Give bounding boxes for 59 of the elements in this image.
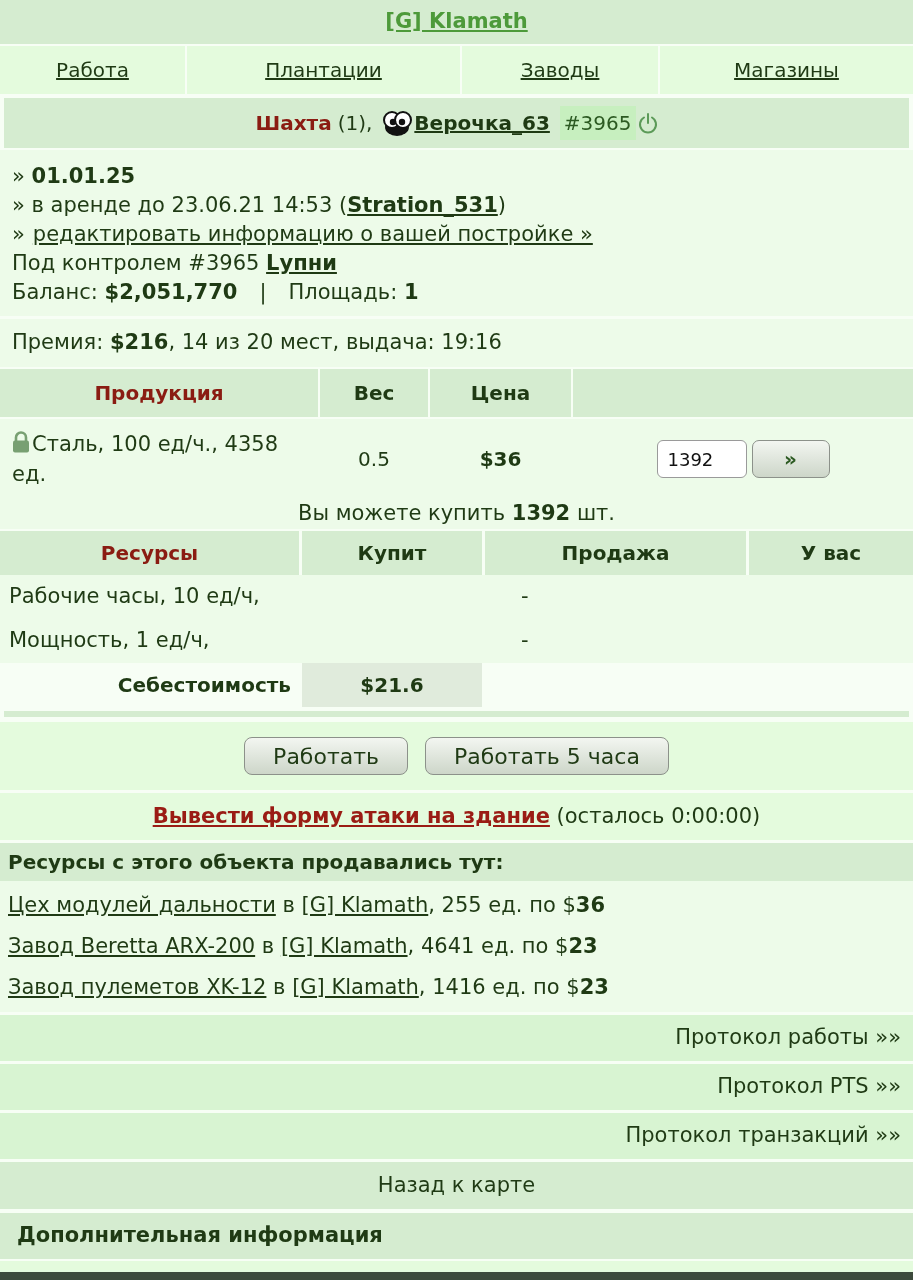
protocol-link[interactable]: Протокол работы »» xyxy=(0,1015,913,1061)
column-header: Продажа xyxy=(485,531,746,575)
work-button[interactable]: Работать xyxy=(244,737,408,775)
renter-link[interactable]: Stration_531 xyxy=(347,193,498,217)
column-header: У вас xyxy=(749,531,913,575)
nav-link[interactable]: Магазины xyxy=(660,46,913,94)
product-price: $36 xyxy=(478,446,523,473)
separator-text: | xyxy=(259,279,267,307)
building-count: (1), xyxy=(337,110,373,137)
resource-sell: - xyxy=(520,583,530,611)
rent-line: » в аренде до 23.06.21 14:53 (Stration_531) xyxy=(12,192,507,219)
sale-entry: Завод Beretta ARX-200 в [G] Klamath, 4641 ед. по $23 xyxy=(8,932,598,960)
nav-link[interactable]: Работа xyxy=(0,46,185,94)
control-line: Под контролем #3965 Lупни xyxy=(12,250,338,277)
area-text: Площадь: 1 xyxy=(288,279,419,306)
column-header: Продукция xyxy=(0,369,318,417)
power-icon[interactable] xyxy=(637,112,658,134)
edit-prefix: » xyxy=(12,221,25,248)
product-name: Сталь, 100 ед/ч., 4358 ед. xyxy=(12,432,279,486)
city-link[interactable]: [G] Klamath xyxy=(280,933,408,958)
edit-info-link[interactable]: редактировать информацию о вашей постройке » xyxy=(32,220,593,249)
building-link[interactable]: Завод пулеметов XK-12 xyxy=(8,974,267,999)
column-header: Ресурсы xyxy=(0,531,299,575)
resource-name: Мощность, 1 ед/ч, xyxy=(8,627,211,655)
date-line: » 01.01.25 xyxy=(12,163,137,190)
quantity-input[interactable]: 1392 xyxy=(656,440,747,478)
nav-link[interactable]: Заводы xyxy=(462,46,658,94)
column-header: Цена xyxy=(430,369,571,417)
cost-value: $21.6 xyxy=(302,663,482,707)
building-type: Шахта xyxy=(255,110,332,137)
protocol-link[interactable]: Протокол транзакций »» xyxy=(0,1113,913,1159)
nav-link[interactable]: Плантации xyxy=(187,46,460,94)
section-heading: Дополнительная информация xyxy=(0,1213,913,1259)
resource-name: Рабочие часы, 10 ед/ч, xyxy=(8,583,261,611)
product-weight: 0.5 xyxy=(357,446,391,473)
balance-text: Баланс: $2,051,770 xyxy=(12,279,238,306)
cost-label: Себестоимость xyxy=(116,672,292,699)
building-link[interactable]: Завод Beretta ARX-200 xyxy=(8,933,256,958)
sale-entry: Цех модулей дальности в [G] Klamath, 255 ед. по $36 xyxy=(8,891,605,919)
owner-link[interactable]: Верочка_63 xyxy=(414,108,550,138)
work-button[interactable]: Работать 5 часа xyxy=(424,737,669,775)
back-to-map-link[interactable]: Назад к карте xyxy=(0,1162,913,1209)
can-buy-text: Вы можете купить 1392 шт. xyxy=(297,500,616,528)
bonus-text: Премия: $216, 14 из 20 мест, выдача: 19:16 xyxy=(12,329,502,357)
attack-form-link[interactable]: Вывести форму атаки на здание xyxy=(152,803,550,828)
buy-button[interactable]: » xyxy=(751,440,830,478)
sales-heading: Ресурсы с этого объекта продавались тут: xyxy=(0,843,913,881)
city-link[interactable]: [G] Klamath xyxy=(301,892,429,917)
building-id: #3965 xyxy=(559,106,636,140)
controller-link[interactable]: Lупни xyxy=(266,251,337,275)
column-header: Купит xyxy=(302,531,482,575)
protocol-link[interactable]: Протокол PTS »» xyxy=(0,1064,913,1110)
column-header: Вес xyxy=(320,369,428,417)
attack-line: Вывести форму атаки на здание (осталось 0:00:00) xyxy=(152,802,761,830)
city-link[interactable]: [G] Klamath xyxy=(292,974,419,999)
resource-sell: - xyxy=(520,627,530,655)
building-link[interactable]: Цех модулей дальности xyxy=(8,892,276,917)
cartoon-eyes-icon xyxy=(382,110,413,136)
sale-entry: Завод пулеметов XK-12 в [G] Klamath, 1416 ед. по $23 xyxy=(8,973,609,1001)
